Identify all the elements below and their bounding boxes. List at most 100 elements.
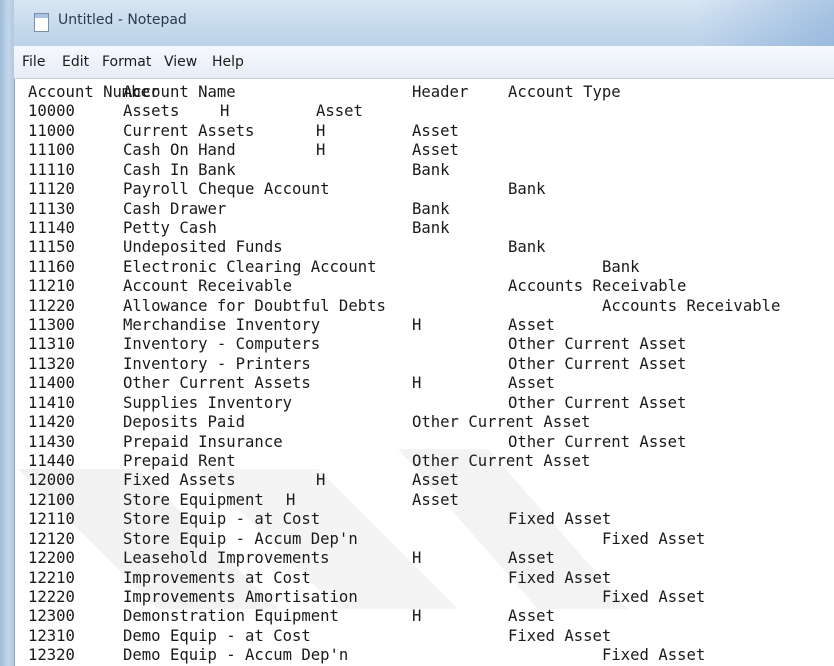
header-flag: H	[412, 549, 422, 568]
account-name: Store Equipment	[123, 490, 264, 509]
notepad-window: Untitled - Notepad File Edit Format View…	[0, 0, 834, 666]
account-number: 11410	[28, 393, 75, 412]
text-line: 12210 Improvements at Cost Fixed Asset	[28, 568, 834, 588]
account-name: Prepaid Insurance	[123, 432, 283, 451]
account-number: 10000	[28, 102, 75, 121]
account-name: Inventory - Printers	[123, 354, 311, 373]
account-name: Other Current Assets	[123, 374, 311, 393]
account-type: Other Current Asset	[508, 335, 687, 354]
account-type: Fixed Asset	[508, 626, 612, 645]
account-name: Cash Drawer	[123, 199, 227, 218]
account-type: Other Current Asset	[508, 432, 687, 451]
account-name: Demo Equip - at Cost	[123, 626, 311, 645]
text-line: 11000 Current Assets H Asset	[28, 121, 834, 141]
account-name: Supplies Inventory	[123, 393, 292, 412]
account-name: Allowance for Doubtful Debts	[123, 296, 386, 315]
account-number: 11150	[28, 238, 75, 257]
account-name: Prepaid Rent	[123, 451, 236, 470]
account-type: Bank	[412, 160, 450, 179]
account-number: 11120	[28, 180, 75, 199]
account-number: 12210	[28, 568, 75, 587]
account-number: 11130	[28, 199, 75, 218]
account-name: Demo Equip - Accum Dep'n	[123, 646, 349, 665]
text-line: 11150 Undeposited Funds Bank	[28, 237, 834, 257]
account-type: Asset	[508, 316, 555, 335]
window-frame-left	[0, 0, 15, 666]
header-flag: H	[316, 471, 326, 490]
account-number: 11400	[28, 374, 75, 393]
text-line: 11430 Prepaid Insurance Other Current Asse…	[28, 432, 834, 452]
text-line: 11100 Cash On Hand H Asset	[28, 140, 834, 160]
text-line: 11120 Payroll Cheque Account Bank	[28, 179, 834, 199]
account-number: 12110	[28, 510, 75, 529]
account-number: 11100	[28, 141, 75, 160]
window-title: Untitled - Notepad	[58, 12, 187, 28]
account-type: Asset	[508, 549, 555, 568]
account-type: Fixed Asset	[508, 510, 612, 529]
account-type: Bank	[508, 238, 546, 257]
text-line: 11440 Prepaid Rent Other Current Asset	[28, 451, 834, 471]
account-number: 11440	[28, 451, 75, 470]
menu-edit[interactable]: Edit	[58, 52, 93, 72]
account-name: Account Receivable	[123, 277, 292, 296]
account-type: Bank	[412, 218, 450, 237]
text-line: 11140 Petty Cash Bank	[28, 218, 834, 238]
text-line: 12100 Store Equipment H Asset	[28, 490, 834, 510]
text-line: 11220 Allowance for Doubtful Debts Account…	[28, 296, 834, 316]
account-name: Improvements Amortisation	[123, 587, 358, 606]
account-number: 12320	[28, 646, 75, 665]
account-number: 11310	[28, 335, 75, 354]
account-type: Fixed Asset	[602, 529, 706, 548]
account-name: Assets	[123, 102, 180, 121]
header-flag: H	[412, 607, 422, 626]
menu-view[interactable]: View	[160, 52, 201, 72]
account-name: Improvements at Cost	[123, 568, 311, 587]
text-line: 12110 Store Equip - at Cost Fixed Asset	[28, 509, 834, 529]
account-name: Petty Cash	[123, 218, 217, 237]
account-name: Deposits Paid	[123, 413, 246, 432]
account-number: 11110	[28, 160, 75, 179]
text-line: 11320 Inventory - Printers Other Current A…	[28, 354, 834, 374]
account-name: Payroll Cheque Account	[123, 180, 330, 199]
account-name: Account Name	[123, 83, 236, 101]
account-number: 11210	[28, 277, 75, 296]
text-line: 12320 Demo Equip - Accum Dep'n Fixed Asset	[28, 645, 834, 665]
account-number: 11160	[28, 257, 75, 276]
text-line: 11400 Other Current Assets H Asset	[28, 373, 834, 393]
account-type: Bank	[602, 257, 640, 276]
text-line: 11300 Merchandise Inventory H Asset	[28, 315, 834, 335]
account-type: Asset	[412, 490, 459, 509]
account-type: Asset	[412, 471, 459, 490]
account-name: Cash In Bank	[123, 160, 236, 179]
menu-format[interactable]: Format	[98, 52, 155, 72]
account-type: Bank	[412, 199, 450, 218]
title-bar-glare	[694, 0, 834, 46]
menu-help[interactable]: Help	[208, 52, 248, 72]
header-flag: H	[412, 316, 422, 335]
extra: Account Type	[508, 83, 621, 101]
account-name: Demonstration Equipment	[123, 607, 339, 626]
account-type: Fixed Asset	[508, 568, 612, 587]
account-number: 12300	[28, 607, 75, 626]
account-name: Merchandise Inventory	[123, 316, 321, 335]
header-flag: H	[316, 141, 326, 160]
title-bar[interactable]: Untitled - Notepad	[14, 0, 834, 46]
header-flag: H	[220, 102, 230, 121]
account-type: Other Current Asset	[508, 393, 687, 412]
text-line: 12200 Leasehold Improvements H Asset	[28, 548, 834, 568]
account-type: Fixed Asset	[602, 587, 706, 606]
account-name: Inventory - Computers	[123, 335, 321, 354]
menu-file[interactable]: File	[18, 52, 49, 72]
text-line: 11130 Cash Drawer Bank	[28, 199, 834, 219]
text-line: 12310 Demo Equip - at Cost Fixed Asset	[28, 626, 834, 646]
text-line: 12000 Fixed Assets H Asset	[28, 470, 834, 490]
account-number: 12310	[28, 626, 75, 645]
text-line: 11160 Electronic Clearing Account Bank	[28, 257, 834, 277]
account-type: Asset	[412, 141, 459, 160]
account-type: Other Current Asset	[508, 354, 687, 373]
account-number: 12200	[28, 549, 75, 568]
text-editor-area[interactable]: Account Number Account Name Header Account …	[18, 79, 834, 666]
text-line: 11110 Cash In Bank Bank	[28, 160, 834, 180]
account-type: Asset	[412, 121, 459, 140]
account-number: 11000	[28, 121, 75, 140]
